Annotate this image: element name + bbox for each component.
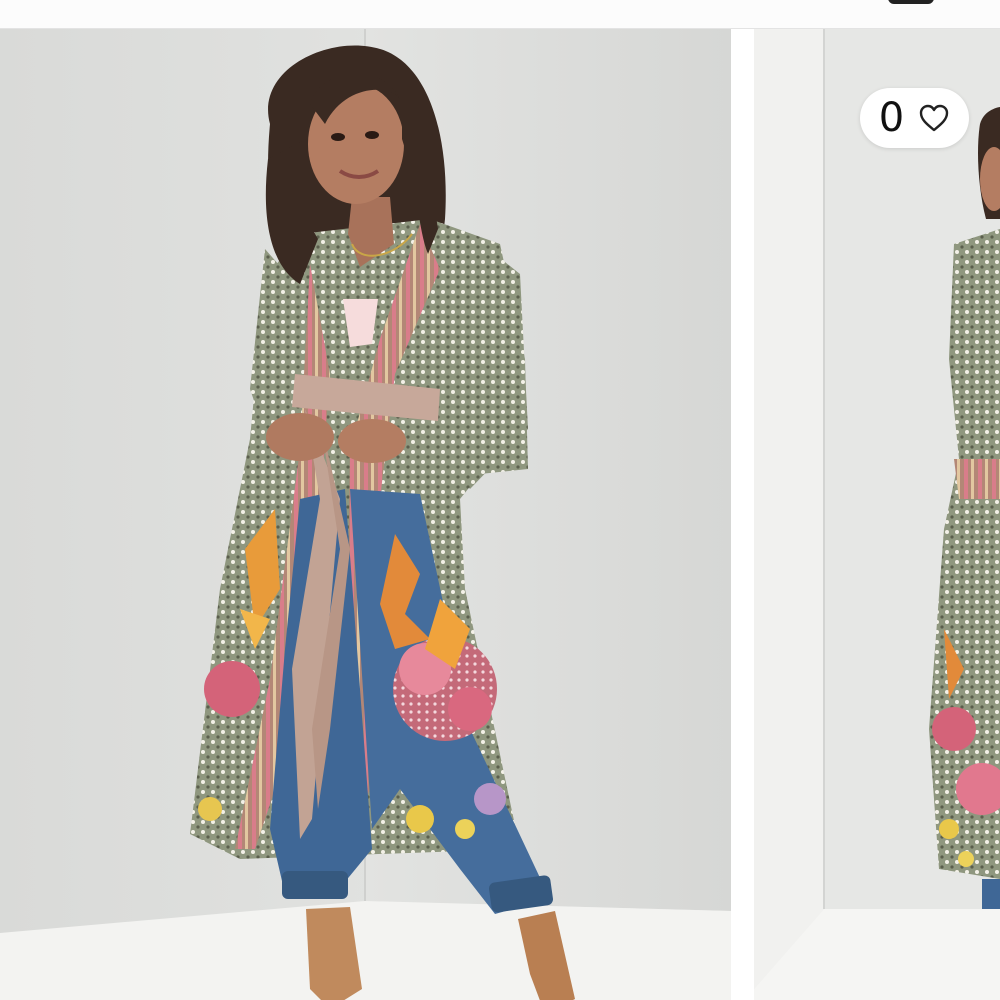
product-image-back[interactable] (754, 29, 1000, 1000)
top-bar-tab-hint (888, 0, 934, 4)
model-front-photo (0, 29, 731, 1000)
product-image-carousel[interactable]: 0 (0, 29, 1000, 1000)
model-back-photo (754, 29, 1000, 1000)
wishlist-button[interactable]: 0 (860, 88, 969, 148)
carousel-gutter (731, 29, 754, 1000)
wishlist-count: 0 (878, 95, 905, 141)
top-bar (0, 0, 1000, 29)
heart-outline-icon (920, 104, 949, 132)
product-image-front[interactable] (0, 29, 731, 1000)
